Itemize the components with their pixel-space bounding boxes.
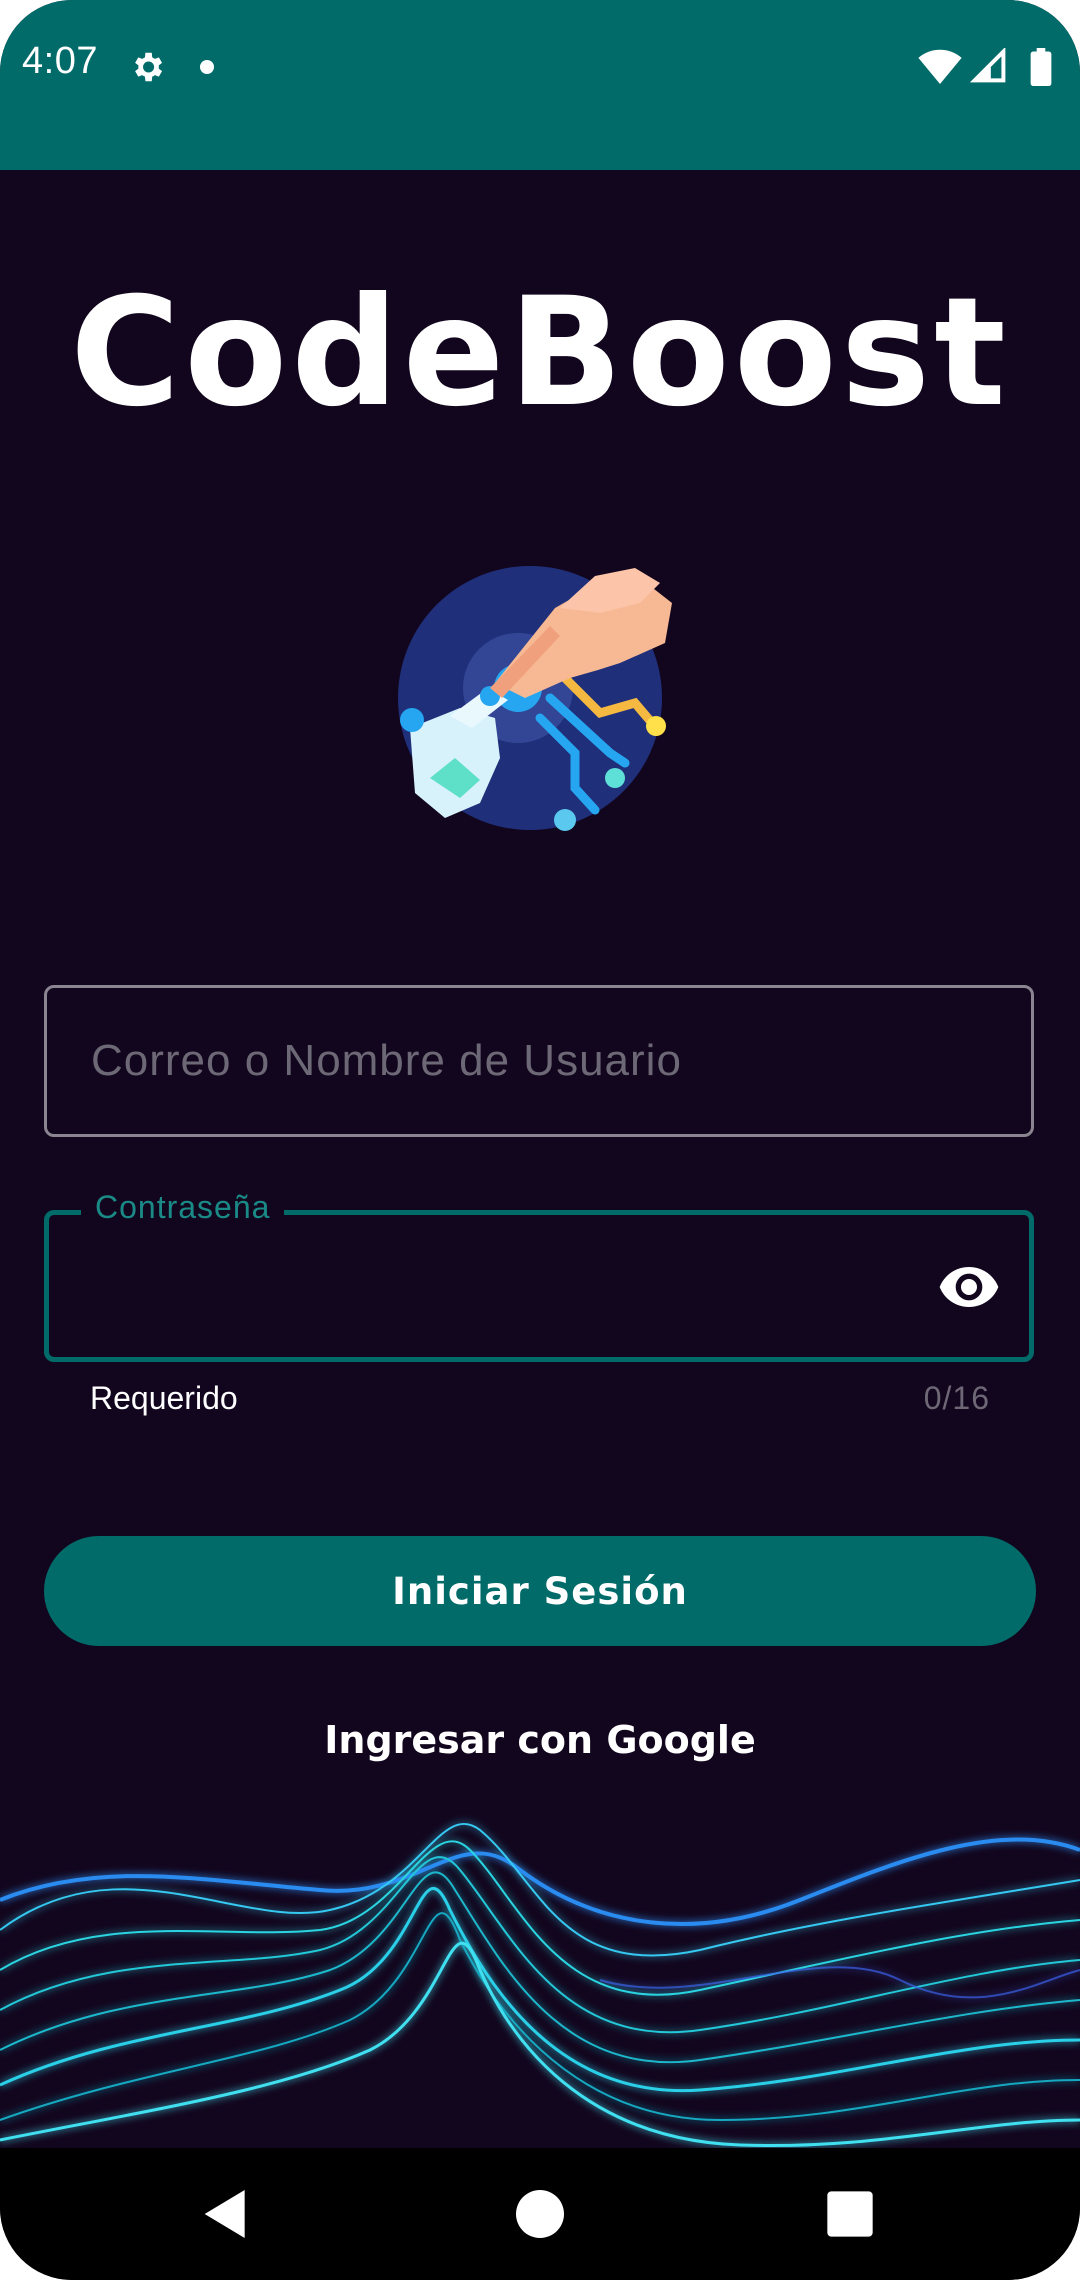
notification-dot-icon <box>200 60 214 74</box>
login-button[interactable]: Iniciar Sesión <box>44 1536 1036 1646</box>
recents-icon[interactable] <box>818 2182 882 2246</box>
username-input[interactable] <box>91 988 951 1134</box>
back-icon[interactable] <box>194 2182 258 2246</box>
username-field[interactable] <box>44 985 1034 1137</box>
app-title: CodeBoost <box>70 266 1010 440</box>
cell-signal-icon <box>970 48 1006 83</box>
password-field[interactable]: Contraseña <box>44 1185 1034 1362</box>
decorative-waves <box>0 1823 1080 2148</box>
password-helper-text: Requerido <box>90 1380 238 1416</box>
home-icon[interactable] <box>508 2182 572 2246</box>
google-sign-in-link[interactable]: Ingresar con Google <box>0 1718 1080 1762</box>
login-screen: 4:07 CodeBoost Correo o Nombre de Usuari… <box>0 0 1080 2280</box>
password-input[interactable] <box>93 1215 953 1357</box>
wifi-icon <box>918 49 962 84</box>
eye-icon[interactable] <box>937 1255 1001 1319</box>
status-bar: 4:07 <box>0 0 1080 170</box>
hand-circuit-logo-icon <box>398 566 672 831</box>
navigation-bar <box>0 2148 1080 2280</box>
status-icons <box>918 48 1058 88</box>
battery-icon <box>1030 48 1052 86</box>
status-time: 4:07 <box>22 40 98 82</box>
settings-icon <box>135 52 163 82</box>
password-char-counter: 0/16 <box>923 1380 990 1416</box>
